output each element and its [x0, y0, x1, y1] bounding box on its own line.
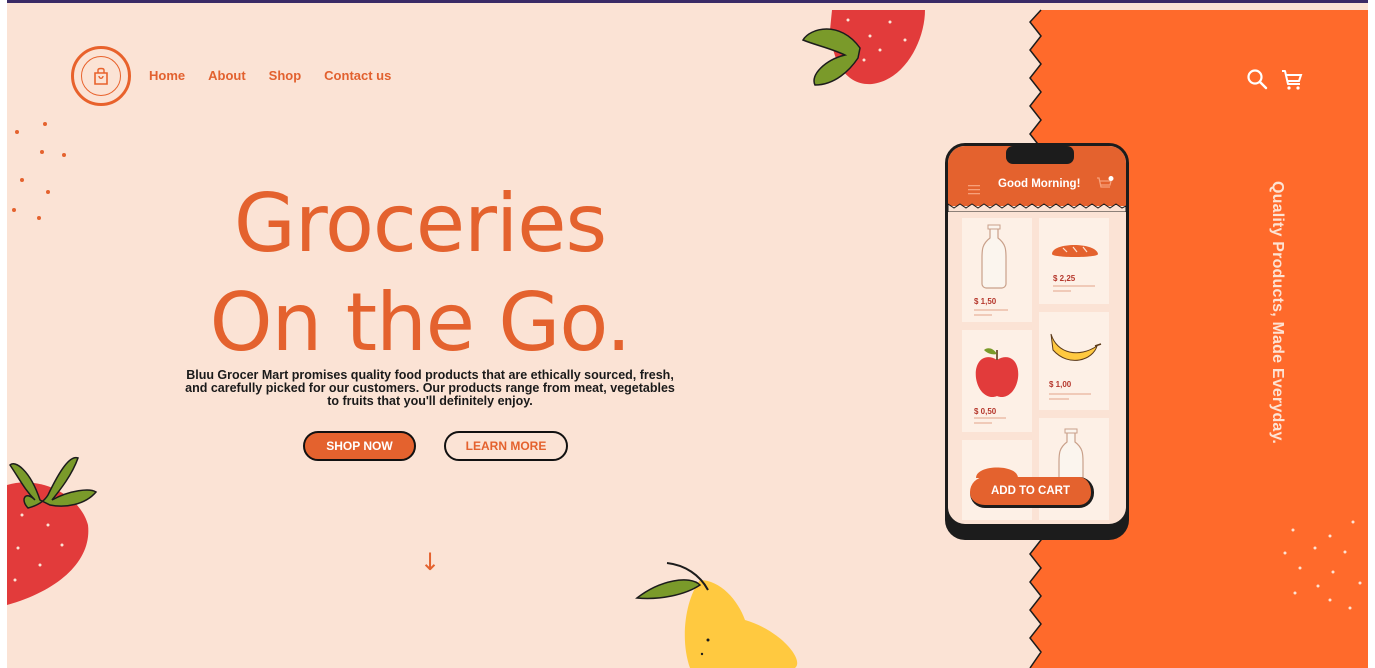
product-price: $ 1,50: [974, 297, 997, 306]
top-border-line: [0, 0, 1375, 3]
phone-screen: Good Morning! $ 1,50 $ 2,25 $ 0,50 $ 1,0…: [945, 143, 1129, 527]
banana-icon: [1049, 333, 1102, 400]
right-frame: [1368, 0, 1375, 668]
scroll-down-arrow-icon[interactable]: ↓: [420, 548, 440, 576]
phone-greeting: Good Morning!: [998, 178, 1081, 190]
bread-icon: [1052, 245, 1098, 292]
product-card-milk[interactable]: $ 1,50: [962, 218, 1032, 322]
shop-now-button[interactable]: SHOP NOW: [303, 431, 416, 461]
phone-app-header: Good Morning!: [948, 146, 1126, 212]
grocery-bag-icon: [81, 56, 121, 96]
product-card-apple[interactable]: $ 0,50: [962, 330, 1032, 432]
phone-cart-icon[interactable]: [1096, 176, 1114, 196]
product-price: $ 0,50: [974, 407, 997, 416]
apple-icon: [974, 348, 1019, 424]
product-card-bread[interactable]: $ 2,25: [1039, 218, 1109, 304]
cart-icon[interactable]: [1280, 68, 1304, 96]
milk-bottle-icon: [974, 224, 1008, 316]
main-nav: Home About Shop Contact us: [149, 68, 391, 83]
search-icon[interactable]: [1246, 68, 1268, 94]
phone-menu-icon[interactable]: [968, 180, 980, 199]
brand-logo[interactable]: [71, 46, 131, 106]
phone-mockup: Good Morning! $ 1,50 $ 2,25 $ 0,50 $ 1,0…: [945, 143, 1129, 527]
product-price: $ 1,00: [1049, 380, 1072, 389]
hero-title-line2: On the Go.: [209, 276, 632, 369]
side-tagline: Quality Products, Made Everyday.: [1269, 181, 1286, 445]
hero-title-line1: Groceries: [233, 177, 607, 270]
product-card-banana[interactable]: $ 1,00: [1039, 312, 1109, 410]
strawberry-left-illustration: [7, 456, 98, 605]
nav-shop[interactable]: Shop: [269, 68, 302, 83]
add-to-cart-button[interactable]: ADD TO CART: [970, 477, 1094, 508]
strawberry-top-illustration: [801, 10, 925, 86]
nav-contact[interactable]: Contact us: [324, 68, 391, 83]
nav-home[interactable]: Home: [149, 68, 185, 83]
learn-more-button[interactable]: LEARN MORE: [444, 431, 568, 461]
hero-description: Bluu Grocer Mart promises quality food p…: [185, 368, 675, 409]
nav-about[interactable]: About: [208, 68, 246, 83]
pear-illustration: [635, 562, 798, 668]
product-price: $ 2,25: [1053, 274, 1076, 283]
